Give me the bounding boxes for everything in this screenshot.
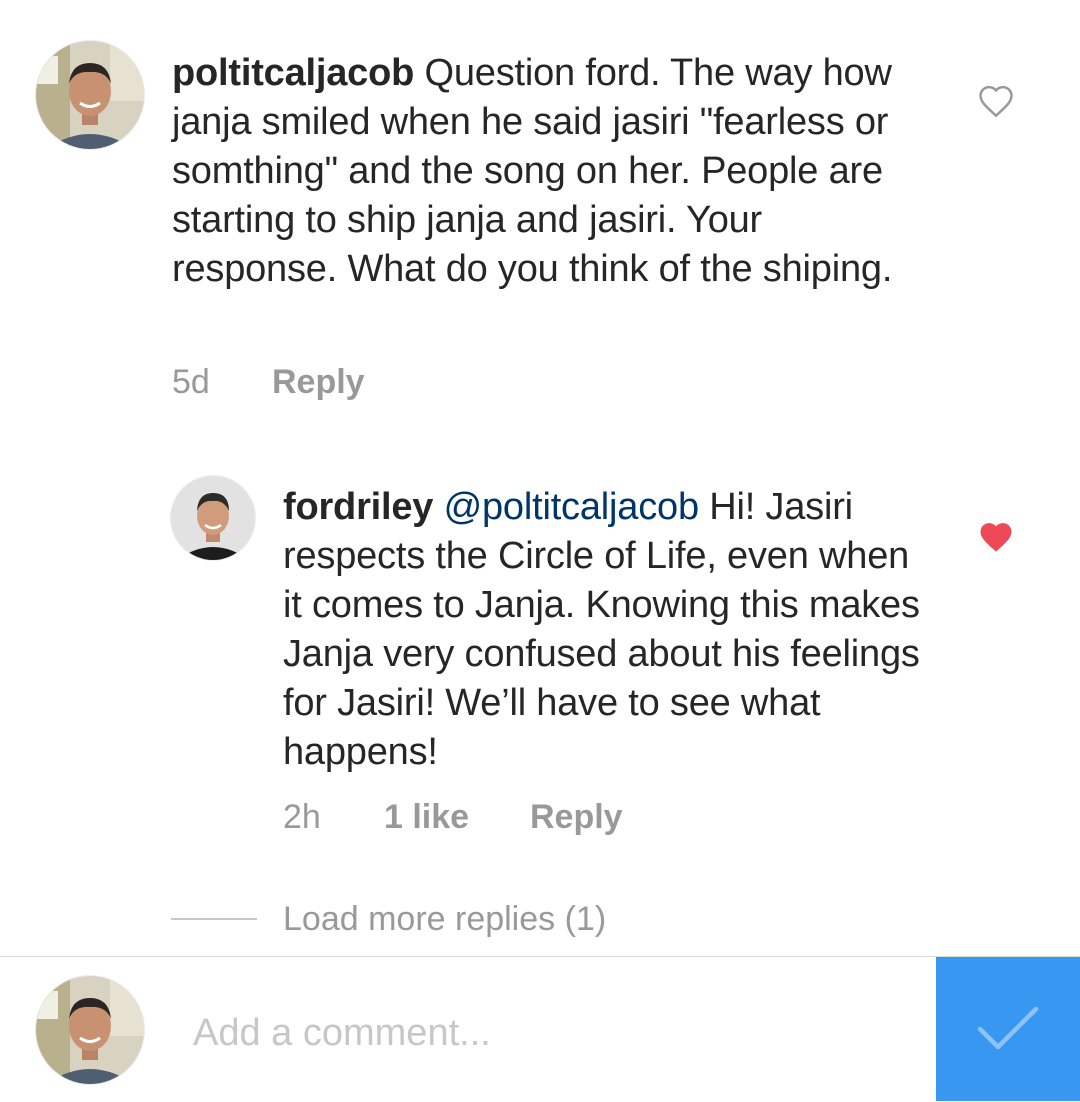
composer-avatar <box>36 976 144 1084</box>
comment-input[interactable] <box>193 1011 893 1055</box>
heart-filled-icon[interactable] <box>977 520 1015 554</box>
avatar-poltitcaljacob[interactable] <box>36 41 144 149</box>
comment-2-username[interactable]: fordriley <box>283 486 433 528</box>
comment-2-reply-button[interactable]: Reply <box>530 797 623 837</box>
comment-2-text: fordriley @poltitcaljacob Hi! Jasiri res… <box>283 483 923 777</box>
avatar-image <box>36 41 144 149</box>
heart-outline-icon[interactable] <box>977 84 1015 118</box>
load-more-replies-button[interactable]: Load more replies (1) <box>283 899 606 939</box>
comment-2-time: 2h <box>283 798 321 836</box>
comment-2-likes[interactable]: 1 like <box>384 797 469 837</box>
comment-1-text: poltitcaljacob Question ford. The way ho… <box>172 49 932 294</box>
avatar-image <box>36 976 144 1084</box>
comment-1-username[interactable]: poltitcaljacob <box>172 52 414 94</box>
comment-1-reply-button[interactable]: Reply <box>272 362 365 402</box>
comment-1-time: 5d <box>172 363 210 401</box>
comment-2-mention[interactable]: @poltitcaljacob <box>444 486 699 528</box>
checkmark-icon <box>977 1006 1039 1050</box>
comment-2-body: Hi! Jasiri respects the Circle of Life, … <box>283 486 920 773</box>
avatar-image <box>171 476 255 560</box>
post-comment-button[interactable] <box>936 957 1080 1101</box>
avatar-fordriley[interactable] <box>171 476 255 560</box>
load-more-divider <box>171 918 257 920</box>
